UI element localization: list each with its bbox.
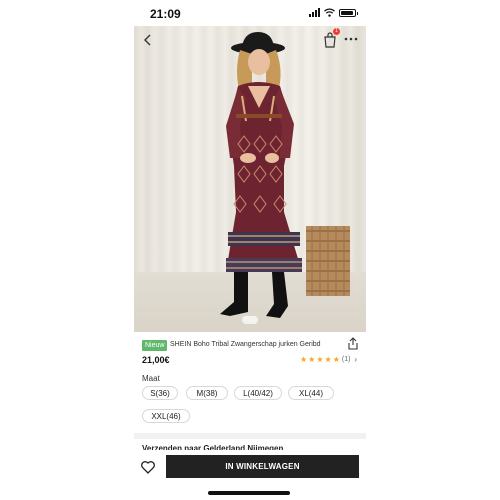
heart-icon[interactable] [140, 459, 156, 475]
back-arrow-icon[interactable] [140, 32, 156, 48]
size-option[interactable]: XXL(46) [142, 409, 190, 423]
home-indicator [208, 491, 290, 495]
star-icon: ★ [332, 355, 340, 364]
product-image[interactable]: 1 [134, 26, 366, 332]
size-option[interactable]: S(36) [142, 386, 178, 400]
bottom-action-bar: IN WINKELWAGEN [134, 450, 366, 486]
new-badge: Nieuw [142, 340, 168, 351]
battery-icon [339, 8, 358, 17]
product-price: 21,00€ [142, 355, 170, 365]
add-to-cart-button[interactable]: IN WINKELWAGEN [166, 455, 359, 478]
image-top-nav: 1 [134, 26, 366, 54]
chevron-right-icon: › [354, 355, 358, 364]
phone-screen: 21:09 1 Nieuw SHEIN Boho Tribal Zwangers… [134, 0, 366, 500]
share-icon[interactable] [347, 337, 359, 350]
star-icon: ★ [316, 355, 324, 364]
star-icon: ★ [300, 355, 308, 364]
review-count: (1) [341, 356, 351, 363]
size-option[interactable]: L(40/42) [234, 386, 282, 400]
wifi-icon [324, 8, 335, 17]
star-icon: ★ [324, 355, 332, 364]
size-option[interactable]: M(38) [186, 386, 228, 400]
product-title-row: Nieuw SHEIN Boho Tribal Zwangerschap jur… [142, 337, 359, 352]
product-title: SHEIN Boho Tribal Zwangerschap jurken Ge… [170, 341, 321, 348]
status-time: 21:09 [150, 7, 181, 21]
signal-icon [309, 8, 320, 17]
image-pager[interactable] [242, 316, 258, 324]
star-icon: ★ [308, 355, 316, 364]
status-bar: 21:09 [134, 0, 366, 26]
status-icons [309, 8, 358, 17]
cart-count-badge: 1 [333, 28, 340, 35]
more-icon[interactable] [343, 35, 359, 43]
size-label: Maat [142, 374, 160, 383]
size-option[interactable]: XL(44) [288, 386, 334, 400]
section-divider [134, 433, 366, 439]
model-illustration [220, 32, 350, 318]
rating-summary[interactable]: ★ ★ ★ ★ ★ (1) › [300, 355, 357, 364]
